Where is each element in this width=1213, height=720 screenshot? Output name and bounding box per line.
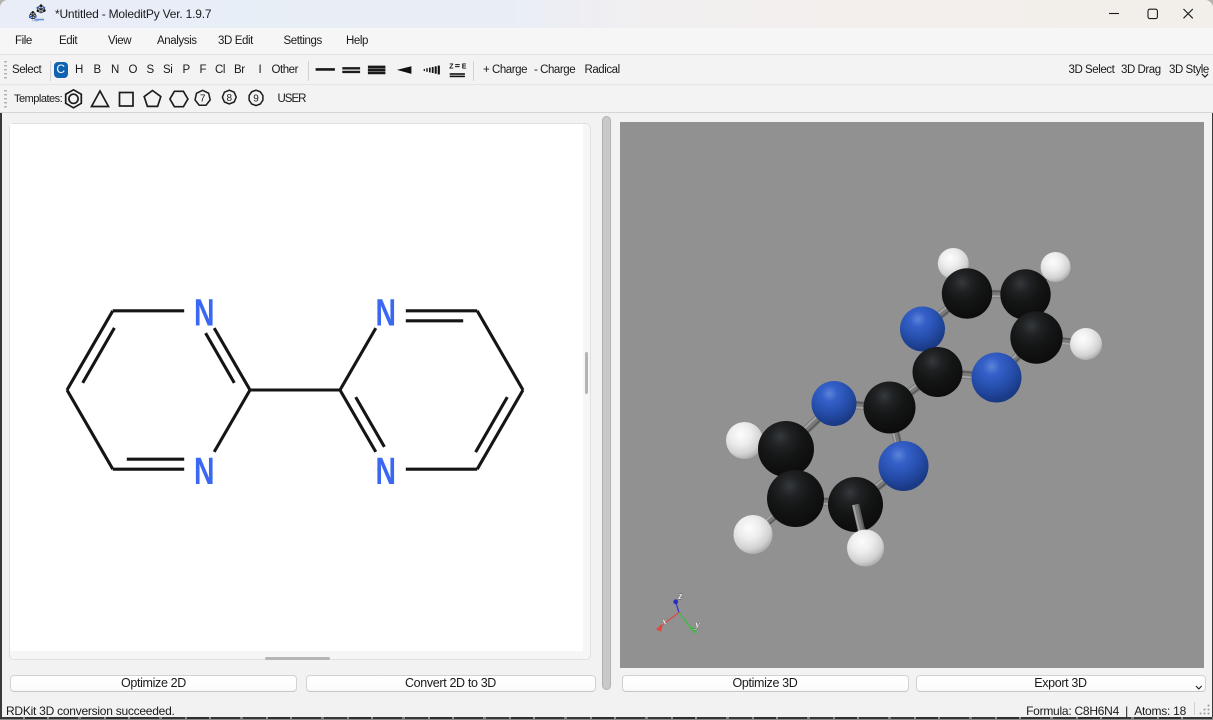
svg-text:Z: Z <box>449 64 454 71</box>
svg-text:E: E <box>462 64 467 71</box>
svg-text:N: N <box>376 292 397 334</box>
svg-text:x: x <box>661 617 667 628</box>
svg-text:N: N <box>376 451 397 493</box>
svg-text:N: N <box>194 451 215 493</box>
svg-text:7: 7 <box>200 94 206 105</box>
svg-text:9: 9 <box>253 94 259 105</box>
svg-text:8: 8 <box>227 93 233 104</box>
svg-text:N: N <box>194 292 215 334</box>
svg-text:z: z <box>677 591 683 602</box>
svg-text:y: y <box>693 620 700 631</box>
